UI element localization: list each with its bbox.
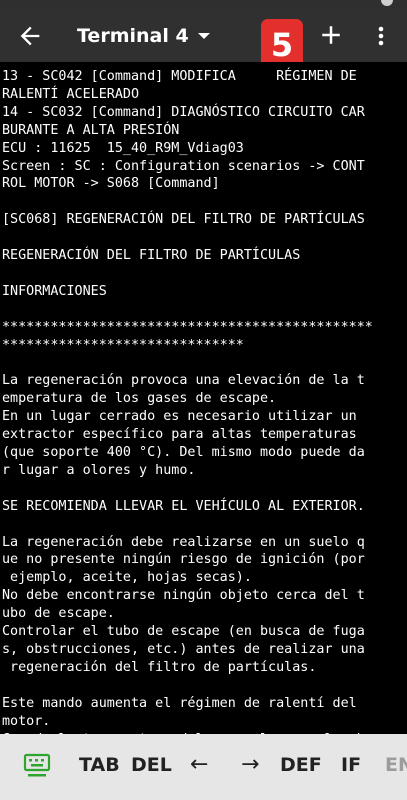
- terminal-title[interactable]: Terminal 4: [77, 22, 189, 50]
- tab-key[interactable]: TAB: [79, 750, 120, 780]
- right-arrow-key[interactable]: →: [241, 750, 259, 780]
- extra-keys-bar: TAB DEL ← → DEF IF EN: [0, 734, 407, 800]
- keyboard-icon[interactable]: [22, 750, 52, 780]
- arrow-left-icon[interactable]: [16, 22, 44, 50]
- left-arrow-key[interactable]: ←: [190, 750, 208, 780]
- plus-icon[interactable]: [316, 20, 346, 50]
- terminal-text: 13 - SC042 [Command] MODIFICA RÉGIMEN DE…: [2, 69, 373, 734]
- terminal-output[interactable]: 13 - SC042 [Command] MODIFICA RÉGIMEN DE…: [0, 62, 407, 734]
- def-key[interactable]: DEF: [280, 750, 322, 780]
- more-vert-icon[interactable]: [371, 22, 391, 50]
- status-bar: [0, 0, 407, 10]
- del-key[interactable]: DEL: [131, 750, 172, 780]
- app-bar: Terminal 4 5: [0, 10, 407, 71]
- if-key[interactable]: IF: [341, 750, 361, 780]
- end-key[interactable]: EN: [385, 750, 407, 780]
- caret-down-icon[interactable]: [196, 22, 212, 50]
- status-indicator-icon: [381, 0, 393, 6]
